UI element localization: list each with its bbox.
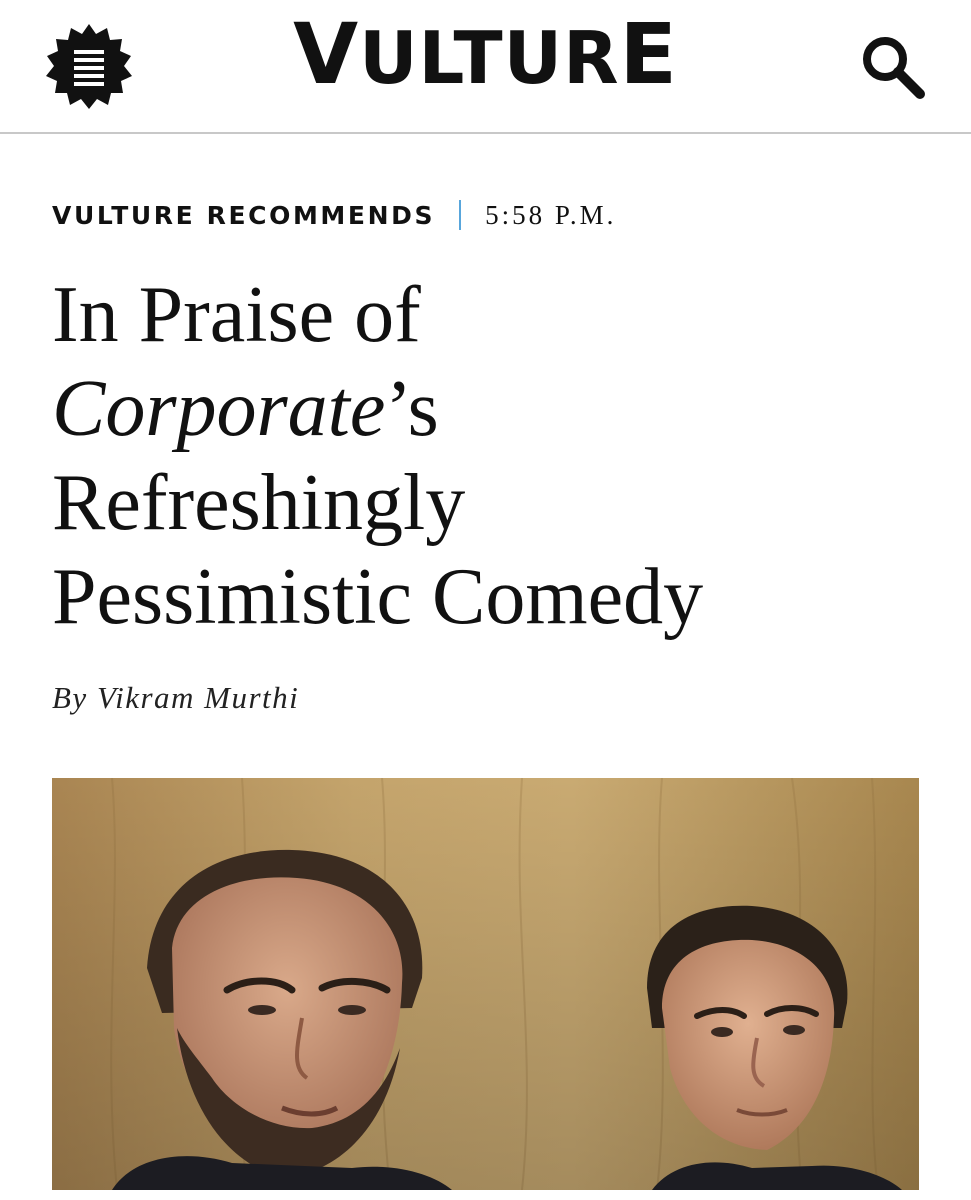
rubric-link[interactable]: VULTURE RECOMMENDS bbox=[52, 201, 435, 230]
site-header: VULTURE bbox=[0, 0, 971, 132]
search-icon bbox=[863, 37, 925, 99]
vulture-logo[interactable]: VULTURE bbox=[0, 4, 971, 108]
kicker-separator bbox=[459, 200, 462, 230]
article-headline: In Praise of Corporate’s Refreshingly Pe… bbox=[52, 268, 932, 644]
publish-time: 5:58 P.M. bbox=[485, 199, 617, 230]
headline-line-3: Refreshingly bbox=[52, 459, 466, 547]
logo-final: E bbox=[619, 5, 678, 103]
headline-line-4: Pessimistic Comedy bbox=[52, 553, 704, 641]
byline-prefix: By bbox=[52, 680, 88, 715]
byline: By Vikram Murthi bbox=[52, 680, 299, 716]
lead-image bbox=[52, 778, 919, 1190]
headline-line-1: In Praise of bbox=[52, 271, 421, 359]
header-divider bbox=[0, 132, 971, 134]
lead-photo bbox=[52, 778, 919, 1190]
headline-show-title: Corporate bbox=[52, 365, 386, 453]
logo-initial: V bbox=[293, 5, 360, 103]
search-button[interactable] bbox=[852, 26, 934, 108]
headline-possessive: ’s bbox=[385, 365, 439, 453]
author-link[interactable]: Vikram Murthi bbox=[97, 680, 299, 715]
article-kicker: VULTURE RECOMMENDS 5:58 P.M. bbox=[52, 195, 616, 235]
logo-middle: ULTUR bbox=[359, 16, 620, 100]
